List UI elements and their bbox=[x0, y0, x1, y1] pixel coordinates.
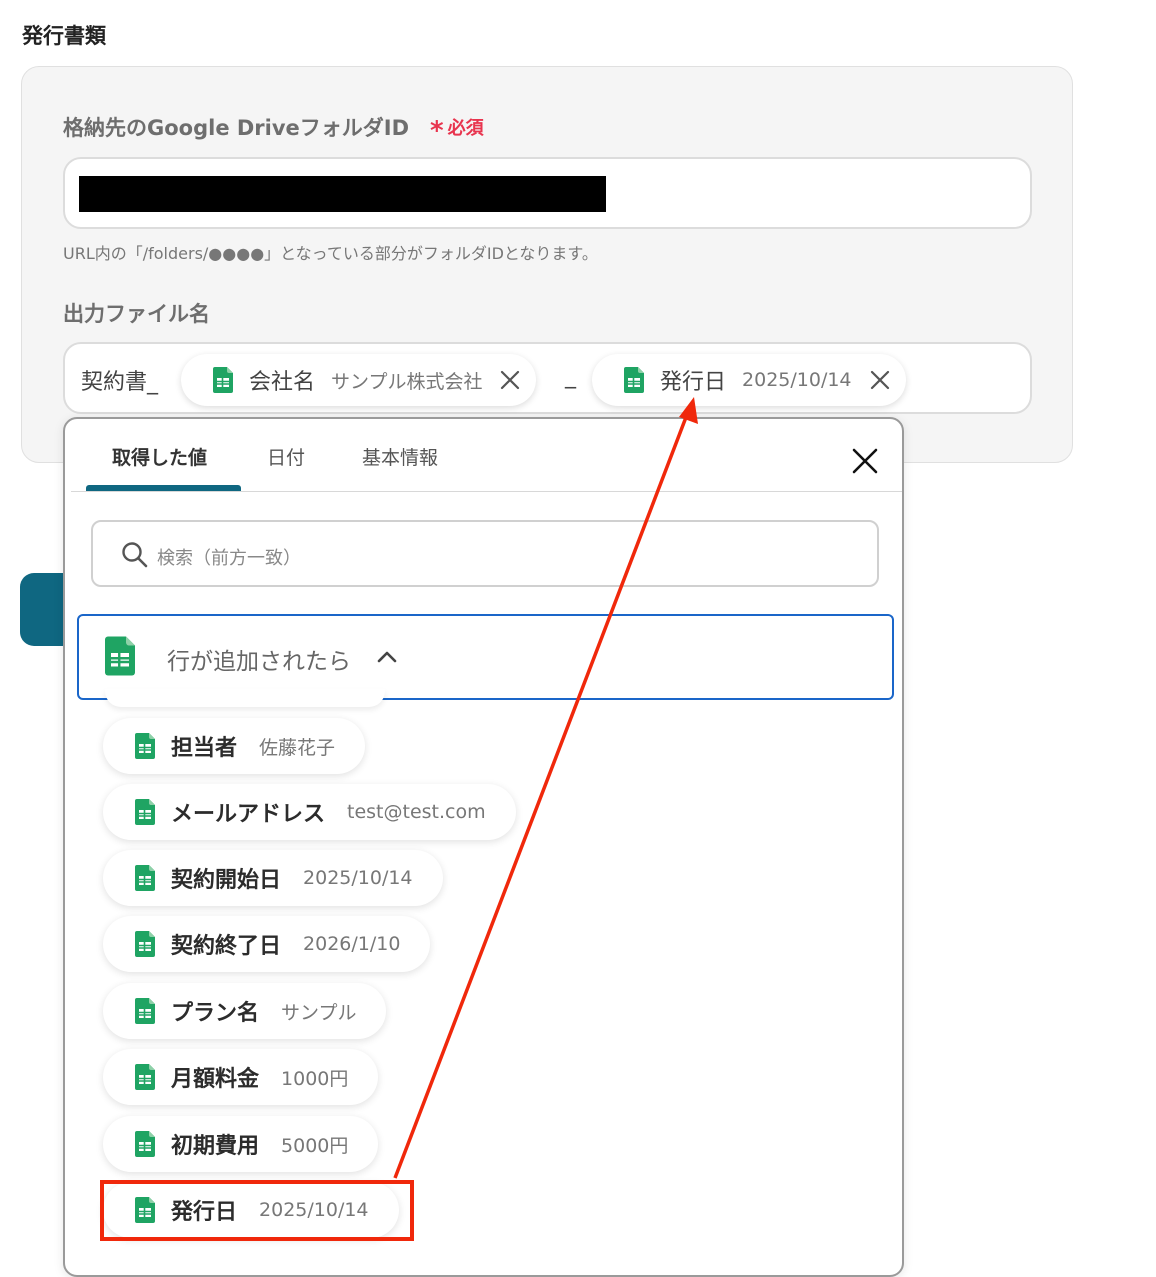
search-placeholder: 検索（前方一致） bbox=[157, 548, 301, 569]
item-name: メールアドレス bbox=[171, 802, 326, 827]
folder-id-input[interactable] bbox=[63, 157, 1032, 229]
chip-value: サンプル株式会社 bbox=[331, 370, 483, 393]
chip-value: 2025/10/14 bbox=[742, 369, 852, 391]
google-sheets-icon bbox=[624, 367, 644, 393]
chip-name: 発行日 bbox=[660, 370, 727, 395]
filename-chip-issue-date[interactable]: 発行日 2025/10/14 bbox=[592, 354, 906, 406]
list-item-partial bbox=[105, 689, 385, 707]
google-sheets-icon bbox=[135, 733, 155, 759]
close-icon[interactable] bbox=[847, 443, 883, 479]
item-name: 発行日 bbox=[171, 1200, 238, 1225]
google-sheets-icon bbox=[135, 998, 155, 1024]
tab-retrieved-values[interactable]: 取得した値 bbox=[112, 443, 207, 470]
google-sheets-icon bbox=[135, 799, 155, 825]
list-item[interactable]: 契約終了日 2026/1/10 bbox=[103, 916, 431, 972]
list-item[interactable]: 契約開始日 2025/10/14 bbox=[103, 850, 443, 906]
item-name: 担当者 bbox=[171, 736, 238, 761]
filename-prefix: 契約書_ bbox=[81, 370, 159, 395]
group-title: 行が追加されたら bbox=[167, 649, 351, 675]
google-sheets-icon bbox=[213, 367, 233, 393]
group-header-row-added[interactable]: 行が追加されたら bbox=[77, 614, 894, 700]
item-name: プラン名 bbox=[171, 1001, 260, 1026]
tab-date[interactable]: 日付 bbox=[267, 443, 305, 470]
google-sheets-icon bbox=[135, 1197, 155, 1223]
item-name: 契約開始日 bbox=[171, 868, 282, 893]
filename-chip-company[interactable]: 会社名 サンプル株式会社 bbox=[181, 354, 537, 406]
list-item[interactable]: プラン名 サンプル bbox=[103, 983, 387, 1039]
value-picker-popup: 取得した値 日付 基本情報 検索（前方一致） 行が追加されたら 担当者 佐藤花子… bbox=[63, 417, 904, 1277]
google-sheets-icon bbox=[135, 865, 155, 891]
remove-chip-icon[interactable] bbox=[498, 368, 522, 392]
search-input[interactable]: 検索（前方一致） bbox=[91, 520, 879, 587]
item-value: 2026/1/10 bbox=[303, 933, 401, 955]
required-label: 必須 bbox=[447, 118, 484, 139]
item-value: サンプル bbox=[281, 1001, 357, 1024]
required-indicator: * 必須 bbox=[430, 114, 484, 146]
tab-divider bbox=[71, 491, 902, 492]
item-value: 佐藤花子 bbox=[259, 736, 336, 759]
item-value: test@test.com bbox=[347, 801, 486, 823]
item-value: 1000円 bbox=[281, 1067, 349, 1090]
chevron-up-icon[interactable] bbox=[376, 649, 398, 665]
chip-name: 会社名 bbox=[249, 370, 316, 395]
google-sheets-icon bbox=[135, 1064, 155, 1090]
item-name: 契約終了日 bbox=[171, 934, 282, 959]
folder-id-label: 格納先のGoogle DriveフォルダID bbox=[63, 116, 410, 140]
search-icon bbox=[122, 542, 148, 568]
list-item[interactable]: 担当者 佐藤花子 bbox=[103, 718, 366, 774]
item-value: 2025/10/14 bbox=[259, 1199, 369, 1221]
item-name: 初期費用 bbox=[171, 1134, 260, 1159]
list-item[interactable]: メールアドレス test@test.com bbox=[103, 784, 516, 840]
google-sheets-icon bbox=[105, 636, 135, 676]
google-sheets-icon bbox=[135, 1131, 155, 1157]
item-value: 2025/10/14 bbox=[303, 867, 413, 889]
section-title: 発行書類 bbox=[22, 24, 106, 48]
list-item[interactable]: 月額料金 1000円 bbox=[103, 1049, 379, 1105]
list-item[interactable]: 初期費用 5000円 bbox=[103, 1116, 379, 1172]
remove-chip-icon[interactable] bbox=[868, 368, 892, 392]
folder-id-hint: URL内の「/folders/●●●●」となっている部分がフォルダIDとなります… bbox=[63, 244, 598, 263]
redacted-value bbox=[79, 176, 606, 212]
item-value: 5000円 bbox=[281, 1134, 349, 1157]
filename-separator: _ bbox=[565, 364, 576, 389]
tab-basic-info[interactable]: 基本情報 bbox=[362, 443, 438, 470]
list-item-issue-date[interactable]: 発行日 2025/10/14 bbox=[103, 1182, 399, 1238]
filename-label: 出力ファイル名 bbox=[63, 302, 210, 326]
item-name: 月額料金 bbox=[171, 1067, 260, 1092]
required-asterisk: * bbox=[430, 116, 444, 146]
filename-input[interactable]: 契約書_ 会社名 サンプル株式会社 _ 発行日 2025/10/14 bbox=[63, 342, 1032, 414]
google-sheets-icon bbox=[135, 931, 155, 957]
